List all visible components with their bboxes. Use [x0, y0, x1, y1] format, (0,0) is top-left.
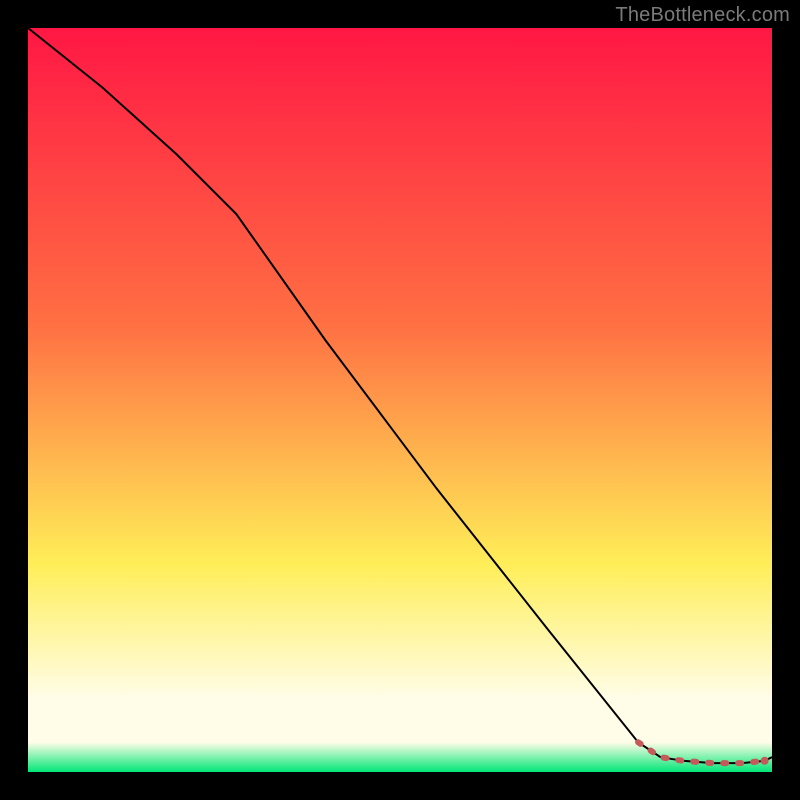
watermark-text: TheBottleneck.com — [615, 4, 790, 27]
chart-frame: TheBottleneck.com — [0, 0, 800, 800]
optimal-point-marker — [761, 757, 769, 765]
chart-plot-area — [28, 28, 772, 772]
gradient-background — [28, 28, 772, 772]
chart-svg — [28, 28, 772, 772]
